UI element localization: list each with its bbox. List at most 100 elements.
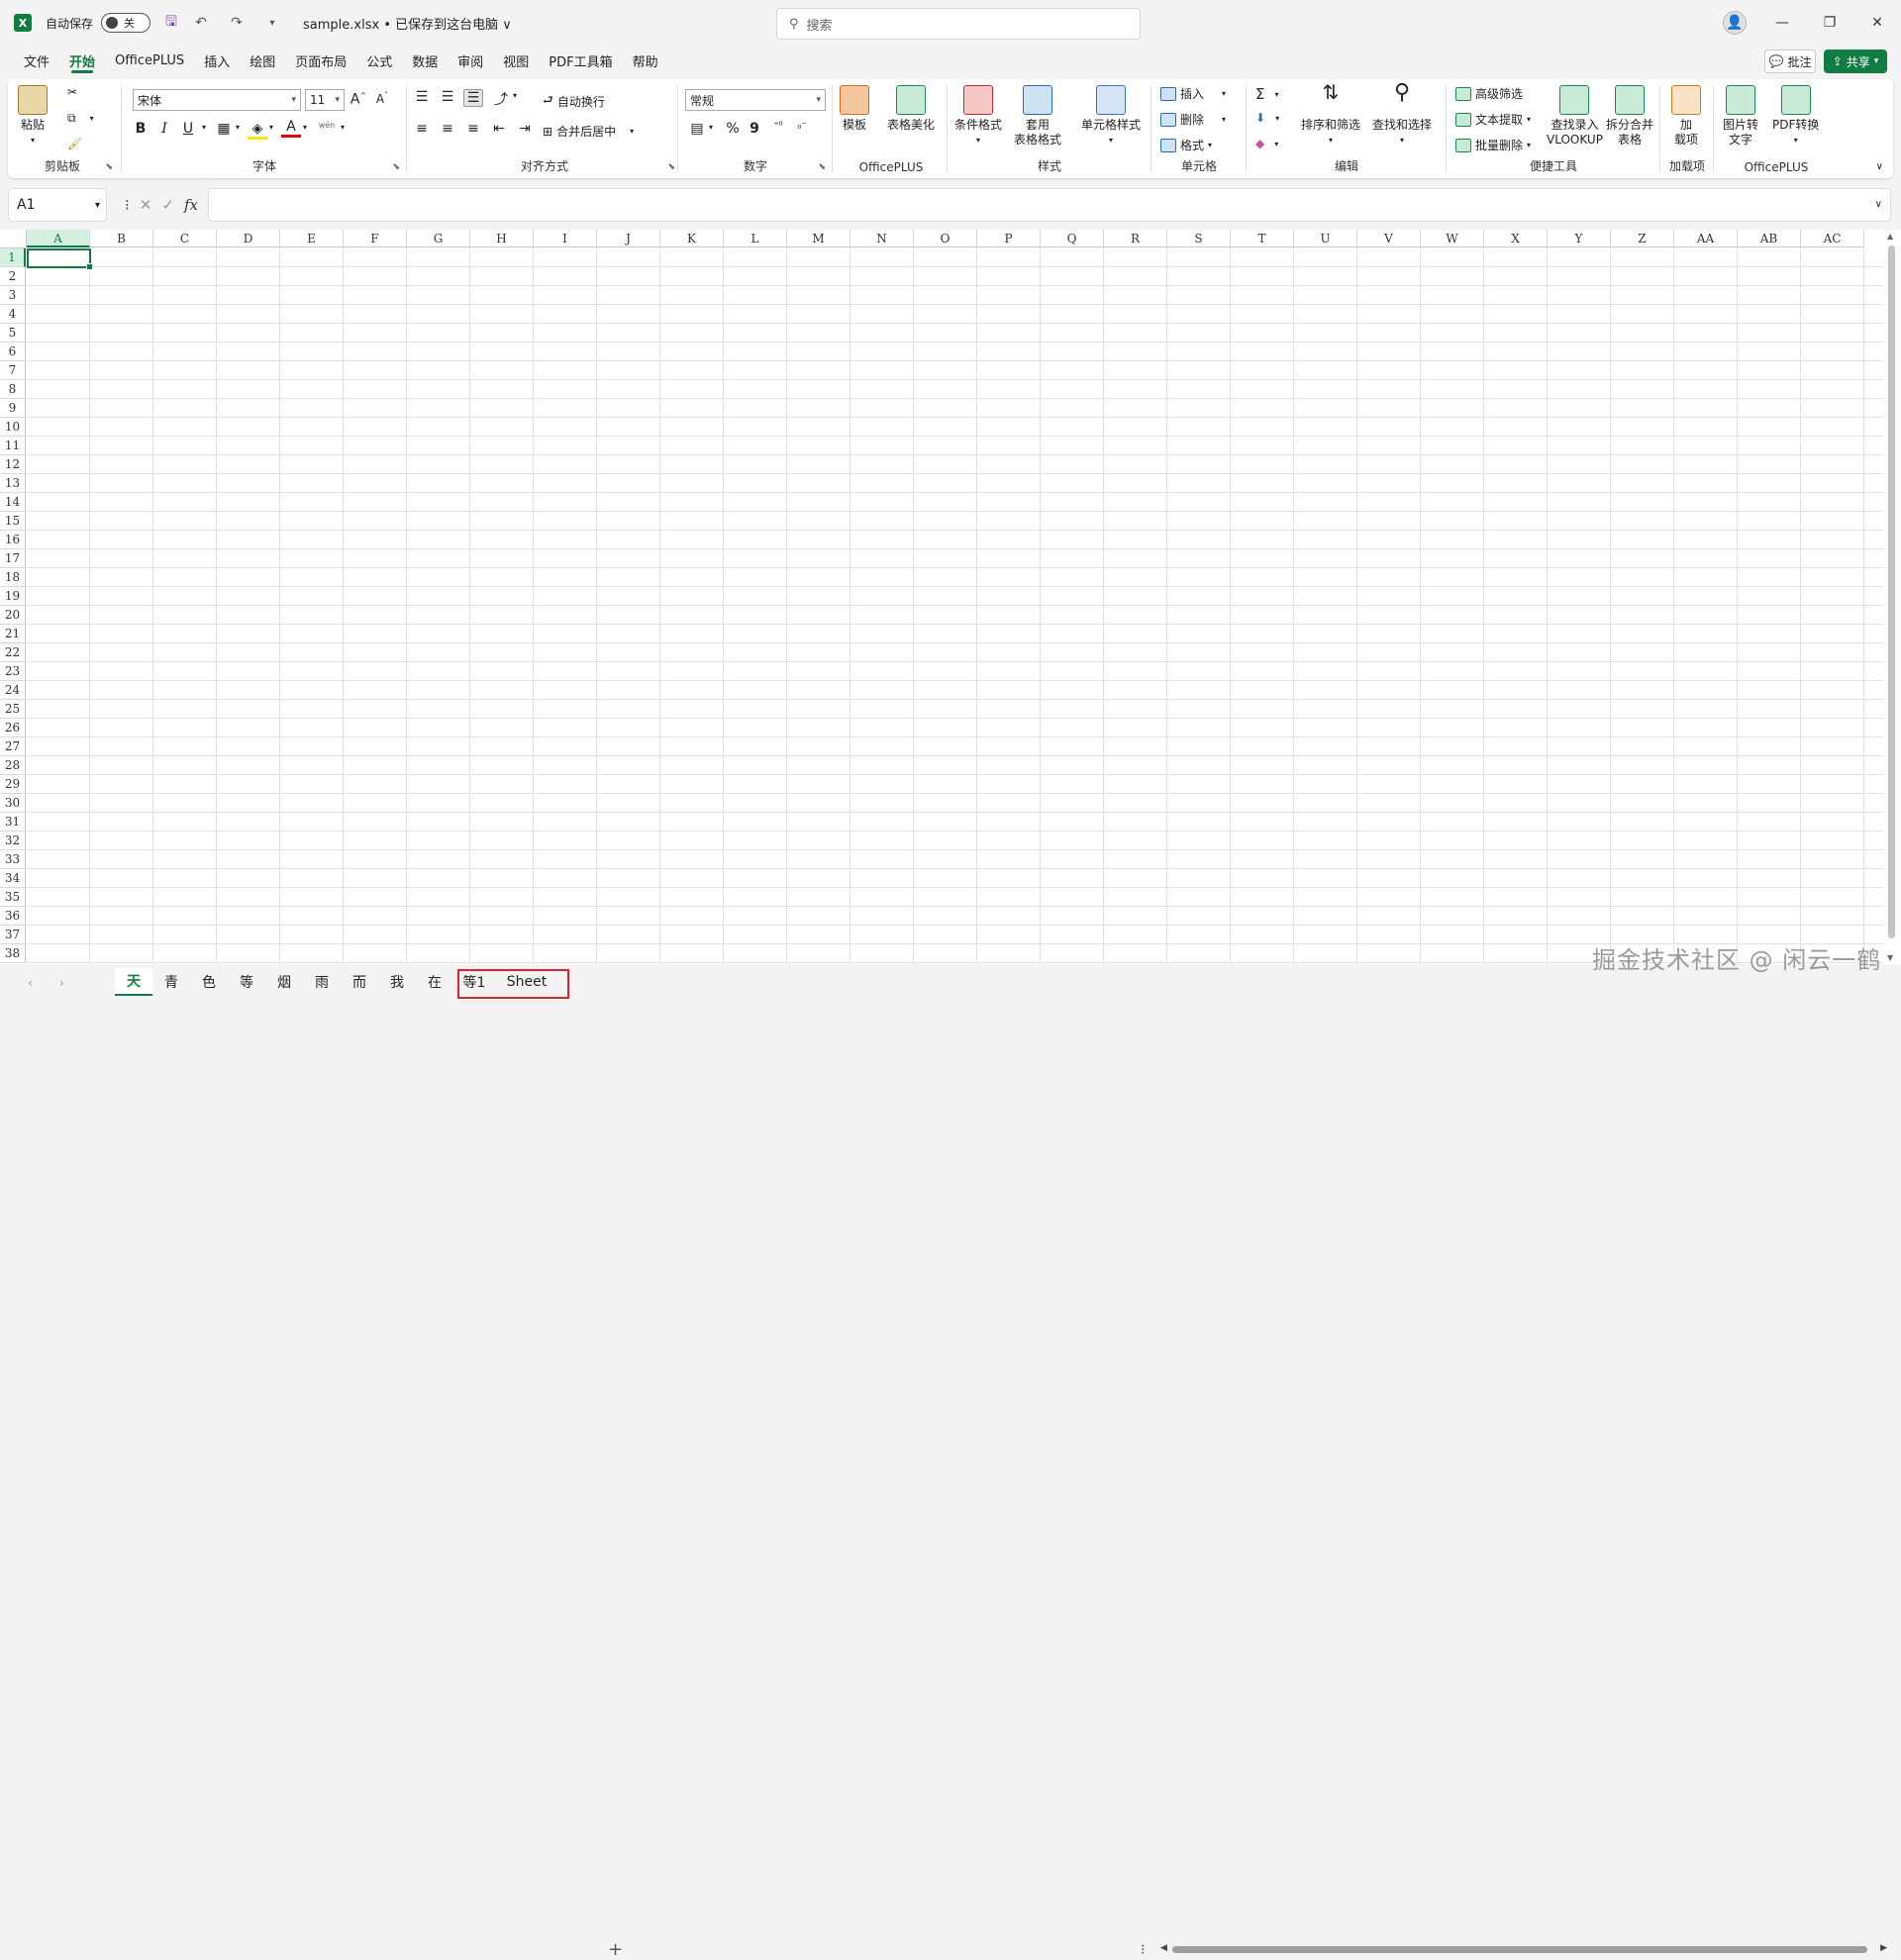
tab-formulas[interactable]: 公式 <box>356 46 402 75</box>
scroll-left-icon[interactable]: ◀ <box>1160 1943 1167 1953</box>
font-size-select[interactable]: 11 ▾ <box>305 89 345 111</box>
number-format-select[interactable]: 常规 ▾ <box>685 89 826 111</box>
active-cell[interactable] <box>27 248 93 270</box>
column-header[interactable]: D <box>217 230 280 247</box>
format-as-table-button[interactable]: 套用 表格格式 <box>1014 85 1061 147</box>
dialog-launcher-icon[interactable]: ⬊ <box>667 162 675 172</box>
format-cells-button[interactable]: 格式 ▾ <box>1160 137 1212 153</box>
more-options-icon[interactable]: ⁝ <box>1141 1942 1145 1958</box>
chevron-down-icon[interactable]: ▾ <box>194 123 214 132</box>
scroll-up-icon[interactable]: ▲ <box>1887 232 1893 241</box>
row-header[interactable]: 28 <box>0 756 26 775</box>
align-center-icon[interactable]: ≡ <box>438 121 457 137</box>
row-header[interactable]: 23 <box>0 662 26 681</box>
addins-button[interactable]: 加 载项 <box>1671 85 1701 147</box>
row-header[interactable]: 37 <box>0 926 26 944</box>
column-header[interactable]: M <box>787 230 850 247</box>
tab-officeplus[interactable]: OfficePLUS <box>105 46 194 75</box>
row-header[interactable]: 38 <box>0 944 26 963</box>
chevron-down-icon[interactable]: ▾ <box>295 123 315 132</box>
vlookup-button[interactable]: 查找录入 VLOOKUP <box>1547 85 1603 147</box>
tab-help[interactable]: 帮助 <box>623 46 668 75</box>
horizontal-scrollbar[interactable]: ◀ ▶ <box>1160 1942 1887 1956</box>
cell-area[interactable] <box>27 248 1883 964</box>
column-header[interactable]: I <box>534 230 597 247</box>
batch-delete-button[interactable]: 批量删除 ▾ <box>1455 137 1531 153</box>
column-header[interactable]: S <box>1167 230 1231 247</box>
horizontal-scroll-thumb[interactable] <box>1172 1946 1867 1953</box>
conditional-format-button[interactable]: 条件格式 ▾ <box>954 85 1002 147</box>
worksheet-grid[interactable]: A B C D E F G H I J K L M N O P Q R S T U V W X Y Z AA AB AC 1234567… <box>0 230 1883 964</box>
row-header[interactable]: 31 <box>0 813 26 832</box>
row-header[interactable]: 12 <box>0 455 26 474</box>
column-header[interactable]: A <box>27 230 90 247</box>
account-avatar-icon[interactable]: 👤 <box>1723 11 1747 35</box>
row-header[interactable]: 19 <box>0 587 26 606</box>
row-header[interactable]: 1 <box>0 248 26 267</box>
minimize-icon[interactable]: — <box>1758 0 1806 46</box>
select-all-button[interactable] <box>0 230 27 248</box>
tab-draw[interactable]: 绘图 <box>240 46 285 75</box>
column-header[interactable]: Q <box>1041 230 1104 247</box>
sheet-tab[interactable]: 烟 <box>265 968 303 996</box>
column-header[interactable]: U <box>1294 230 1357 247</box>
row-header[interactable]: 36 <box>0 907 26 926</box>
vertical-scroll-thumb[interactable] <box>1888 245 1895 938</box>
search-input[interactable]: ⚲ 搜索 <box>776 8 1141 40</box>
row-header[interactable]: 3 <box>0 286 26 305</box>
customize-qat-icon[interactable]: ▾ <box>263 14 281 32</box>
chevron-down-icon[interactable]: ▾ <box>505 91 525 100</box>
row-header[interactable]: 2 <box>0 267 26 286</box>
paste-button[interactable]: 粘贴 ▾ <box>18 85 48 147</box>
image-to-text-button[interactable]: 图片转 文字 <box>1723 85 1758 147</box>
row-header[interactable]: 29 <box>0 775 26 794</box>
column-header[interactable]: K <box>660 230 724 247</box>
column-header[interactable]: W <box>1421 230 1484 247</box>
row-header[interactable]: 22 <box>0 643 26 662</box>
sheet-tab[interactable]: 而 <box>341 968 378 996</box>
row-header[interactable]: 33 <box>0 850 26 869</box>
dialog-launcher-icon[interactable]: ⬊ <box>818 162 826 172</box>
column-header[interactable]: X <box>1484 230 1548 247</box>
column-header[interactable]: N <box>850 230 914 247</box>
row-header[interactable]: 7 <box>0 361 26 380</box>
column-header[interactable]: AB <box>1738 230 1801 247</box>
column-header[interactable]: C <box>153 230 217 247</box>
row-header[interactable]: 15 <box>0 512 26 531</box>
cell-styles-button[interactable]: 单元格样式 ▾ <box>1081 85 1141 147</box>
italic-button[interactable]: I <box>154 121 174 137</box>
column-header[interactable]: AA <box>1674 230 1738 247</box>
tab-page-layout[interactable]: 页面布局 <box>285 46 356 75</box>
increase-indent-icon[interactable]: ⇥ <box>515 121 535 137</box>
scroll-down-icon[interactable]: ▼ <box>1887 953 1893 962</box>
decrease-decimal-icon[interactable]: ₀⁻ <box>792 121 812 132</box>
sheet-tab[interactable]: 在 <box>416 968 453 996</box>
delete-cells-button[interactable]: 删除 ▾ <box>1160 111 1226 128</box>
clear-button[interactable]: ◆ ▾ <box>1255 137 1278 150</box>
merge-center-button[interactable]: ⊞ 合并后居中 ▾ <box>543 123 634 140</box>
name-box[interactable]: A1 ▾ <box>8 188 107 222</box>
column-header[interactable]: P <box>977 230 1041 247</box>
row-header[interactable]: 8 <box>0 380 26 399</box>
column-header[interactable]: T <box>1231 230 1294 247</box>
column-header[interactable]: Z <box>1611 230 1674 247</box>
font-family-select[interactable]: 宋体 ▾ <box>133 89 301 111</box>
advanced-filter-button[interactable]: 高级筛选 <box>1455 85 1523 102</box>
find-select-button[interactable]: ⚲ 查找和选择 ▾ <box>1372 82 1432 147</box>
insert-function-button[interactable]: fx <box>184 196 198 214</box>
row-header[interactable]: 10 <box>0 418 26 437</box>
tab-home[interactable]: 开始 <box>59 46 105 75</box>
align-middle-icon[interactable]: ☰ <box>438 89 457 105</box>
template-button[interactable]: 模板 <box>840 85 869 133</box>
column-header[interactable]: V <box>1357 230 1421 247</box>
row-header[interactable]: 25 <box>0 700 26 719</box>
formula-input[interactable]: ∨ <box>208 188 1891 222</box>
grow-font-button[interactable]: A^ <box>349 91 368 108</box>
pdf-convert-button[interactable]: PDF转换 ▾ <box>1772 85 1819 147</box>
tab-review[interactable]: 审阅 <box>448 46 493 75</box>
sort-filter-button[interactable]: ⇅ 排序和筛选 ▾ <box>1301 82 1360 147</box>
chevron-down-icon[interactable]: ▾ <box>701 123 721 132</box>
sheet-tab[interactable]: 等 <box>228 968 265 996</box>
tab-pdf-toolbox[interactable]: PDF工具箱 <box>539 46 622 75</box>
row-header[interactable]: 5 <box>0 324 26 343</box>
